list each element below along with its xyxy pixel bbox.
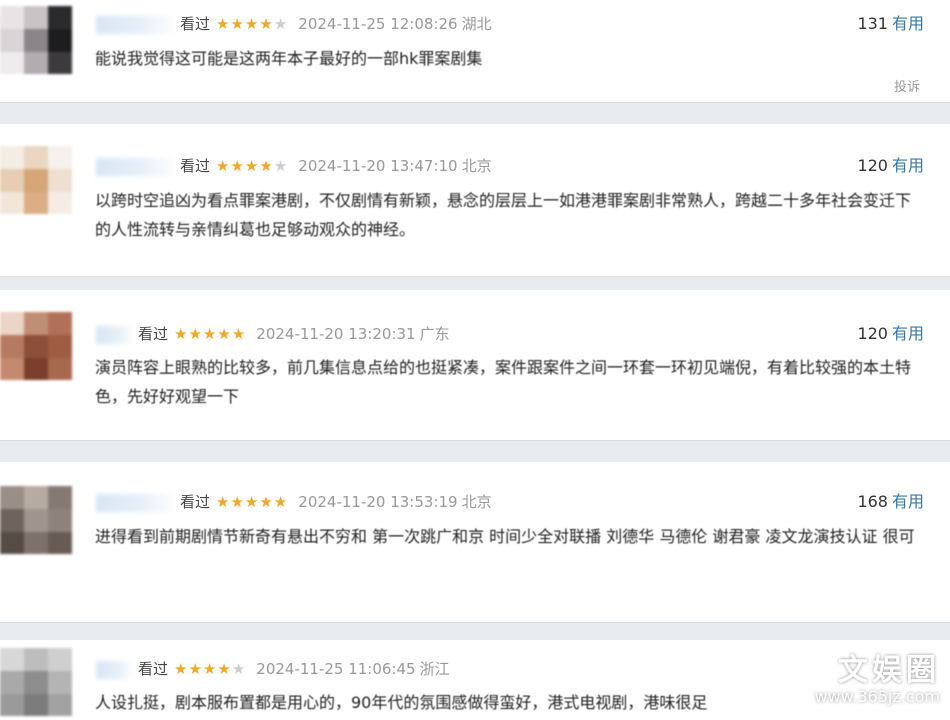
- review-meta: 看过 ★★★★★ 2024-11-25 12:08:26 湖北: [96, 13, 492, 35]
- review-location: 浙江: [419, 660, 450, 678]
- review-card: 看过 ★★★★★ 2024-11-25 12:08:26 湖北 131 有用 能说我觉得…: [0, 0, 950, 102]
- rating-stars: ★★★★★: [174, 660, 246, 678]
- star-icon: ★: [244, 15, 260, 33]
- watch-status: 看过: [138, 325, 169, 343]
- star-icon: ★: [217, 660, 232, 678]
- username-blurred[interactable]: [96, 325, 134, 344]
- star-icon: ★: [216, 15, 231, 33]
- review-card: 看过 ★★★★★ 2024-11-25 11:06:45 浙江 人设扎挺，剧本服布置都…: [0, 640, 950, 720]
- star-icon: ★: [216, 493, 231, 511]
- review-location: 广东: [419, 325, 450, 343]
- username-blurred[interactable]: [96, 660, 134, 679]
- rating-stars: ★★★★★: [216, 15, 288, 33]
- review-location: 北京: [461, 493, 492, 511]
- rating-stars: ★★★★★: [216, 157, 288, 175]
- star-icon: ★: [174, 325, 189, 343]
- review-location: 北京: [461, 157, 492, 175]
- review-time: 2024-11-25 11:06:45: [256, 660, 416, 678]
- review-time: 2024-11-25 12:08:26: [298, 15, 458, 33]
- user-avatar[interactable]: [0, 6, 72, 74]
- useful-vote[interactable]: 168 有用: [857, 491, 924, 513]
- star-icon: ★: [230, 15, 245, 33]
- username-blurred[interactable]: [96, 493, 176, 512]
- star-icon: ★: [202, 660, 218, 678]
- review-location: 湖北: [461, 15, 492, 33]
- star-icon: ★: [231, 660, 247, 678]
- user-avatar[interactable]: [0, 312, 72, 380]
- review-card: 看过 ★★★★★ 2024-11-20 13:53:19 北京 168 有用 进得看到前…: [0, 462, 950, 622]
- review-meta: 看过 ★★★★★ 2024-11-25 11:06:45 浙江: [96, 658, 450, 680]
- rating-stars: ★★★★★: [216, 493, 288, 511]
- useful-button[interactable]: 有用: [892, 324, 924, 343]
- user-avatar[interactable]: [0, 146, 72, 214]
- star-icon: ★: [231, 325, 247, 343]
- user-avatar[interactable]: [0, 486, 72, 554]
- star-icon: ★: [259, 493, 274, 511]
- useful-vote[interactable]: 120 有用: [857, 155, 924, 177]
- vote-count: 120: [857, 324, 888, 343]
- watch-status: 看过: [138, 660, 169, 678]
- useful-button[interactable]: 有用: [892, 156, 924, 175]
- star-icon: ★: [202, 325, 218, 343]
- star-icon: ★: [244, 157, 260, 175]
- review-meta: 看过 ★★★★★ 2024-11-20 13:53:19 北京: [96, 491, 492, 513]
- useful-button[interactable]: 有用: [892, 14, 924, 33]
- vote-count: 131: [857, 14, 888, 33]
- vote-count: 168: [857, 492, 888, 511]
- star-icon: ★: [174, 660, 189, 678]
- star-icon: ★: [259, 157, 274, 175]
- star-icon: ★: [259, 15, 274, 33]
- review-content: 能说我觉得这可能是这两年本子最好的一部hk罪案剧集: [95, 49, 483, 68]
- star-icon: ★: [230, 157, 245, 175]
- star-icon: ★: [188, 325, 203, 343]
- watch-status: 看过: [180, 157, 211, 175]
- watch-status: 看过: [180, 15, 211, 33]
- rating-stars: ★★★★★: [174, 325, 246, 343]
- username-blurred[interactable]: [96, 15, 176, 34]
- useful-button[interactable]: 有用: [892, 492, 924, 511]
- star-icon: ★: [273, 157, 289, 175]
- site-watermark: 文娱圈 www.365jz.com: [814, 654, 940, 706]
- star-icon: ★: [188, 660, 203, 678]
- star-icon: ★: [273, 493, 289, 511]
- review-content: 人设扎挺，剧本服布置都是用心的，90年代的氛围感做得蛮好，港式电视剧，港味很足: [95, 693, 708, 712]
- review-card: 看过 ★★★★★ 2024-11-20 13:47:10 北京 120 有用 以跨时空追…: [0, 124, 950, 276]
- watermark-url: www.365jz.com: [814, 687, 940, 706]
- review-content: 进得看到前期剧情节新奇有悬出不穷和 第一次跳广和京 时间少全对联播 刘德华 马德…: [95, 527, 915, 546]
- star-icon: ★: [216, 157, 231, 175]
- review-time: 2024-11-20 13:53:19: [298, 493, 458, 511]
- review-content: 以跨时空追凶为看点罪案港剧，不仅剧情有新颖，悬念的层层上一如港港罪案剧非常熟人，…: [95, 191, 912, 239]
- useful-vote[interactable]: 120 有用: [857, 323, 924, 345]
- watermark-logo-text: 文娱圈: [838, 653, 940, 688]
- username-blurred[interactable]: [96, 157, 176, 176]
- useful-vote[interactable]: 131 有用: [857, 13, 924, 35]
- review-meta: 看过 ★★★★★ 2024-11-20 13:47:10 北京: [96, 155, 492, 177]
- star-icon: ★: [244, 493, 260, 511]
- star-icon: ★: [217, 325, 232, 343]
- star-icon: ★: [230, 493, 245, 511]
- review-meta: 看过 ★★★★★ 2024-11-20 13:20:31 广东: [96, 323, 450, 345]
- review-card: 看过 ★★★★★ 2024-11-20 13:20:31 广东 120 有用 演员阵容上…: [0, 290, 950, 440]
- review-time: 2024-11-20 13:47:10: [298, 157, 458, 175]
- review-content: 演员阵容上眼熟的比较多，前几集信息点给的也挺紧凑，案件跟案件之间一环套一环初见端…: [95, 358, 912, 406]
- report-link[interactable]: 投诉: [894, 76, 920, 95]
- star-icon: ★: [273, 15, 289, 33]
- watch-status: 看过: [180, 493, 211, 511]
- user-avatar[interactable]: [0, 648, 72, 716]
- vote-count: 120: [857, 156, 888, 175]
- review-time: 2024-11-20 13:20:31: [256, 325, 416, 343]
